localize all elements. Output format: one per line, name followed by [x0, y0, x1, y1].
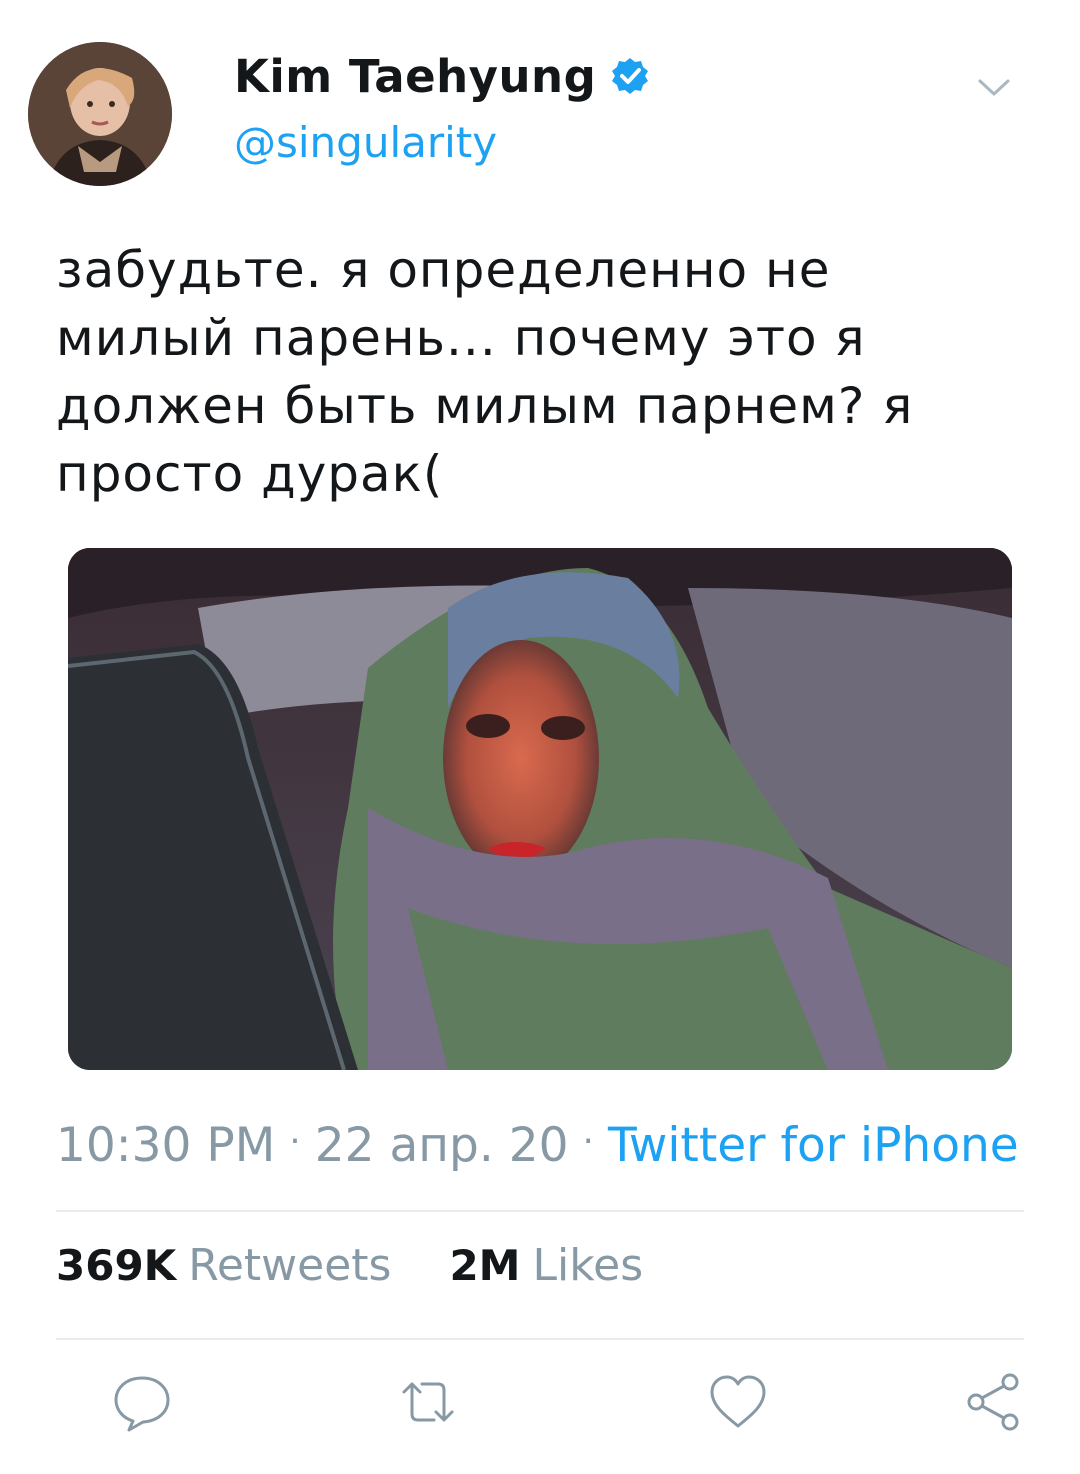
- retweet-icon[interactable]: [396, 1370, 460, 1434]
- likes-count: 2M: [449, 1241, 521, 1290]
- name-row: Kim Taehyung: [234, 46, 650, 106]
- likes-label: Likes: [532, 1240, 644, 1291]
- share-icon[interactable]: [962, 1370, 1026, 1434]
- tweet-time: 10:30 PM: [56, 1118, 276, 1173]
- avatar-photo: [28, 42, 172, 186]
- reply-icon[interactable]: [110, 1370, 174, 1434]
- heart-icon[interactable]: [706, 1370, 770, 1434]
- user-handle[interactable]: @singularity: [234, 118, 497, 167]
- media-photo: [68, 548, 1012, 1070]
- tweet-source-link[interactable]: Twitter for iPhone: [608, 1118, 1019, 1173]
- retweets-stat[interactable]: 369K Retweets: [56, 1240, 391, 1291]
- tweet-meta: 10:30 PM · 22 апр. 20 · Twitter for iPhone: [56, 1118, 1019, 1173]
- retweets-count: 369K: [56, 1241, 177, 1290]
- avatar[interactable]: [28, 42, 172, 186]
- tweet-detail: Kim Taehyung @singularity забудьте. я оп…: [0, 0, 1080, 1474]
- chevron-down-icon[interactable]: [976, 72, 1012, 102]
- tweet-stats: 369K Retweets 2M Likes: [56, 1240, 643, 1291]
- tweet-text: забудьте. я определенно не милый парень.…: [56, 241, 914, 503]
- tweet-date: 22 апр. 20: [314, 1118, 569, 1173]
- divider: [56, 1338, 1024, 1340]
- tweet-media-image[interactable]: [68, 548, 1012, 1070]
- likes-stat[interactable]: 2M Likes: [449, 1240, 643, 1291]
- divider: [56, 1210, 1024, 1212]
- retweets-label: Retweets: [188, 1240, 392, 1291]
- meta-separator: ·: [582, 1121, 594, 1162]
- meta-separator: ·: [289, 1121, 301, 1162]
- display-name[interactable]: Kim Taehyung: [234, 50, 596, 103]
- verified-badge-icon: [612, 58, 649, 94]
